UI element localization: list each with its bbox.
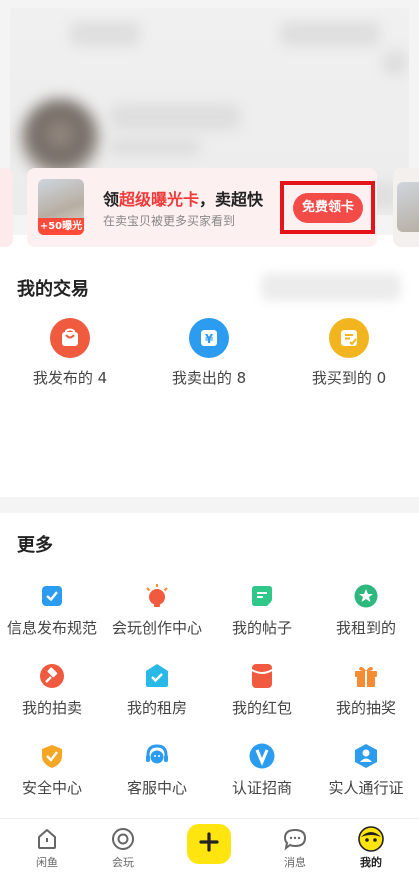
- gavel-icon: [39, 663, 65, 689]
- avatar[interactable]: [20, 98, 100, 178]
- red-packet-icon: [249, 663, 275, 689]
- headset-icon: [144, 743, 170, 769]
- tab-messages[interactable]: 消息: [255, 819, 335, 870]
- receipt-icon: [329, 318, 369, 358]
- promo-card[interactable]: +50曝光 领超级曝光卡，卖超快 在卖宝贝被更多买家看到 免费领卡: [27, 168, 377, 247]
- grid-label: 我的租房: [126, 699, 187, 717]
- grid-item-rented[interactable]: 我租到的: [314, 583, 418, 638]
- trade-title: 我的交易: [17, 279, 89, 300]
- tab-label: 我的: [360, 856, 382, 869]
- promo-title: 领超级曝光卡，卖超快: [103, 190, 264, 209]
- bag-icon: [50, 318, 90, 358]
- grid-item-security[interactable]: 安全中心: [0, 743, 104, 798]
- grid-label: 安全中心: [21, 779, 82, 797]
- grid-label: 信息发布规范: [6, 619, 97, 637]
- post-icon: [249, 583, 275, 609]
- person-badge-icon: [353, 743, 379, 769]
- grid-item-real-person-pass[interactable]: 实人通行证: [314, 743, 418, 798]
- tab-label: 会玩: [112, 856, 134, 869]
- star-badge-icon: [353, 583, 379, 609]
- home-icon: [7, 824, 87, 854]
- trade-label: 我卖出的 8: [171, 369, 247, 387]
- promo-next-card[interactable]: [393, 168, 419, 247]
- grid-item-red-packet[interactable]: 我的红包: [210, 663, 314, 718]
- promo-thumbnail: +50曝光: [38, 179, 84, 235]
- yen-tag-icon: ¥: [189, 318, 229, 358]
- grid-item-certification[interactable]: 认证招商: [210, 743, 314, 798]
- publish-plus-button[interactable]: [187, 824, 231, 864]
- trade-label: 我买到的 0: [311, 369, 387, 387]
- circle-icon: [83, 824, 163, 854]
- promo-thumb-badge: +50曝光: [38, 218, 84, 235]
- plus-icon: [199, 832, 219, 856]
- grid-item-rental-house[interactable]: 我的租房: [105, 663, 209, 718]
- tab-mine[interactable]: 我的: [331, 819, 411, 870]
- grid-label: 客服中心: [126, 779, 187, 797]
- grid-item-lottery[interactable]: 我的抽奖: [314, 663, 418, 718]
- more-section: 更多 信息发布规范 会玩创作中心 我的帖子 我租到的 我的拍卖 我的租房 我的红…: [0, 513, 419, 818]
- grid-label: 我的拍卖: [21, 699, 82, 717]
- trade-item-sold[interactable]: ¥ 我卖出的 8: [154, 318, 264, 388]
- free-card-button[interactable]: 免费领卡: [293, 193, 363, 223]
- gift-icon: [353, 663, 379, 689]
- promo-prev-card[interactable]: [0, 168, 13, 247]
- tab-bar: 闲鱼 会玩 消息 我的: [0, 818, 419, 875]
- tab-play[interactable]: 会玩: [83, 819, 163, 870]
- tab-label: 闲鱼: [36, 856, 58, 869]
- grid-item-auction[interactable]: 我的拍卖: [0, 663, 104, 718]
- shield-icon: [39, 743, 65, 769]
- grid-label: 我的帖子: [231, 619, 292, 637]
- tab-label: 消息: [284, 856, 306, 869]
- house-check-icon: [144, 663, 170, 689]
- grid-label: 我的抽奖: [335, 699, 396, 717]
- trade-item-bought[interactable]: 我买到的 0: [294, 318, 404, 388]
- tab-home[interactable]: 闲鱼: [7, 819, 87, 870]
- grid-label: 我租到的: [335, 619, 396, 637]
- grid-label: 认证招商: [231, 779, 292, 797]
- trade-label: 我发布的 4: [32, 369, 108, 387]
- grid-label: 会玩创作中心: [111, 619, 202, 637]
- more-title: 更多: [17, 535, 53, 556]
- trade-item-published[interactable]: 我发布的 4: [15, 318, 125, 388]
- verified-v-icon: [249, 743, 275, 769]
- grid-item-creator-center[interactable]: 会玩创作中心: [105, 583, 209, 638]
- lightbulb-icon: [144, 583, 170, 609]
- svg-text:¥: ¥: [205, 332, 214, 346]
- checklist-icon: [39, 583, 65, 609]
- trade-blurred-info: [261, 273, 401, 301]
- message-icon: [255, 824, 335, 854]
- promo-button-frame: 免费领卡: [280, 181, 375, 234]
- grid-item-publish-rules[interactable]: 信息发布规范: [0, 583, 104, 638]
- grid-item-customer-service[interactable]: 客服中心: [105, 743, 209, 798]
- grid-label: 实人通行证: [328, 779, 404, 797]
- trade-section: 我的交易 我发布的 4 ¥ 我卖出的 8 我买到的 0: [0, 235, 419, 497]
- avatar-face-icon: [331, 824, 411, 854]
- promo-subtitle: 在卖宝贝被更多买家看到: [103, 214, 236, 228]
- grid-item-my-posts[interactable]: 我的帖子: [210, 583, 314, 638]
- grid-label: 我的红包: [231, 699, 292, 717]
